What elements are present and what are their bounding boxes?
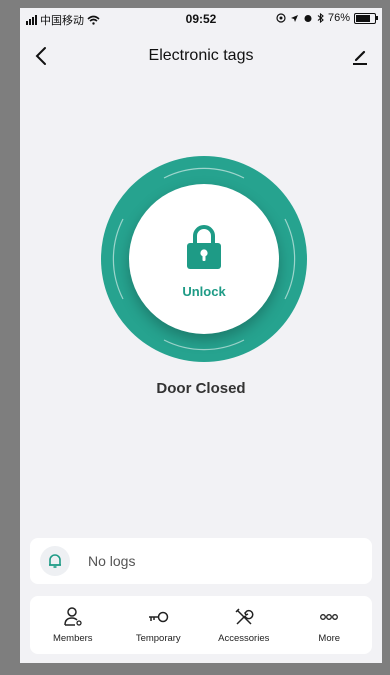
battery-percent: 76%: [327, 12, 350, 24]
tab-temporary-label: Temporary: [135, 633, 181, 644]
bottom-action-bar: Members Temporary Accessories More: [30, 596, 372, 654]
page-title: Electronic tags: [148, 47, 254, 64]
bell-badge: [40, 546, 70, 576]
bell-icon: [49, 554, 61, 568]
logs-card[interactable]: No logs: [30, 538, 372, 584]
tab-accessories-label: Accessories: [218, 633, 270, 644]
tools-icon: [235, 608, 254, 625]
tab-members-label: Members: [52, 633, 93, 644]
bluetooth-icon: [317, 13, 324, 23]
location-lock-icon: [276, 13, 286, 23]
alarm-icon: [304, 15, 312, 22]
tab-more[interactable]: More: [287, 596, 373, 654]
tab-temporary[interactable]: Temporary: [116, 596, 202, 654]
pencil-icon: [353, 50, 367, 65]
more-icon: [320, 614, 339, 620]
edit-button[interactable]: [350, 46, 370, 66]
unlock-label: Unlock: [182, 284, 226, 299]
padlock-icon: [187, 225, 221, 269]
key-icon: [149, 611, 169, 623]
nav-bar: Electronic tags: [20, 38, 382, 74]
status-bar: 中国移动 09:52 76%: [20, 8, 382, 30]
status-right: 76%: [276, 12, 378, 24]
phone-screen: 中国移动 09:52 76% Electronic tags Unlock Do…: [20, 8, 382, 663]
tab-members[interactable]: Members: [30, 596, 116, 654]
navigation-arrow-icon: [290, 14, 298, 22]
battery-icon: [354, 12, 378, 24]
logs-text: No logs: [88, 553, 136, 569]
unlock-button[interactable]: Unlock: [129, 184, 279, 334]
lock-ring: Unlock: [101, 156, 307, 362]
tab-more-label: More: [318, 633, 341, 644]
members-icon: [64, 607, 82, 626]
door-status: Door Closed: [156, 380, 246, 397]
tab-accessories[interactable]: Accessories: [201, 596, 287, 654]
